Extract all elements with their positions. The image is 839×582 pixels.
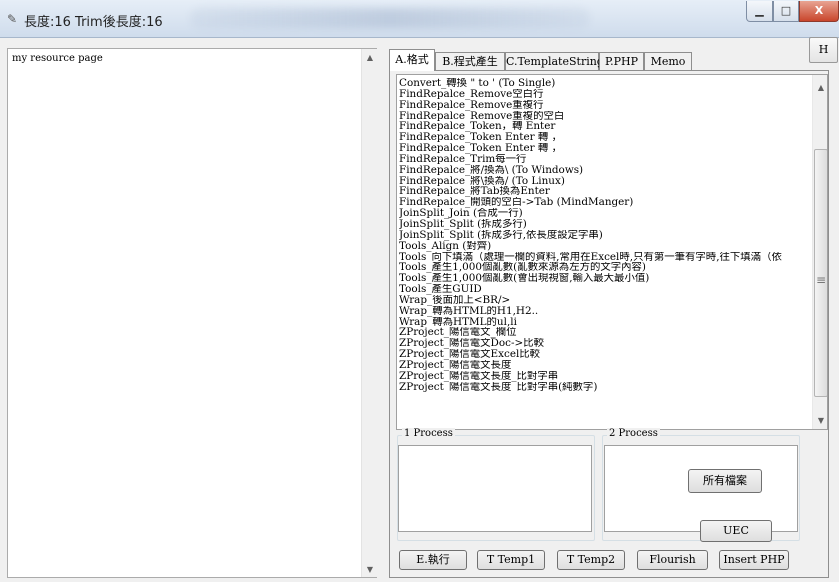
title-bar: ✎ 長度:16 Trim後長度:16 ▁ □ X [0,0,839,38]
flourish-button[interactable]: Flourish [637,550,708,570]
list-item[interactable]: ZProject_陽信電文_欄位 [399,327,811,338]
list-item[interactable]: Tools_Align (對齊) [399,241,811,252]
scroll-up-icon[interactable]: ▲ [813,83,827,92]
close-button[interactable]: X [799,1,839,22]
execute-button[interactable]: E.執行 [399,550,467,570]
list-item[interactable]: JoinSplit_Join (合成一行) [399,208,811,219]
list-item[interactable]: Wrap_轉為HTML的ul,li [399,317,811,328]
list-item[interactable]: JoinSplit_Split (拆成多行) [399,219,811,230]
list-item[interactable]: FindRepalce_Remove空白行 [399,89,811,100]
h-button[interactable]: H [809,37,838,63]
list-item[interactable]: FindRepalce_Token Enter 轉 ， [399,143,811,154]
list-item[interactable]: Tools_產生GUID [399,284,811,295]
process2-title: 2 Process [607,428,660,439]
resource-text: my resource page [12,53,103,64]
function-listbox[interactable]: Convert_轉換 " to ' (To Single) FindRepalc… [396,74,828,430]
list-item[interactable]: ZProject_陽信電文長度_比對字串 [399,371,811,382]
all-files-button[interactable]: 所有檔案 [688,469,762,493]
list-item[interactable]: ZProject_陽信電文Excel比較 [399,349,811,360]
minimize-button[interactable]: ▁ [746,1,773,22]
insert-php-button[interactable]: Insert PHP [719,550,789,570]
list-item[interactable]: ZProject_陽信電文長度 [399,360,811,371]
function-list: Convert_轉換 " to ' (To Single) FindRepalc… [399,78,811,392]
process1-title: 1 Process [402,428,455,439]
title-blur [190,8,590,28]
tab-code-generate[interactable]: B.程式產生 [435,52,505,70]
list-item[interactable]: Tools_向下填滿（處理一欄的資料,常用在Excel時,只有第一筆有字時,往下… [399,252,811,263]
list-item[interactable]: FindRepalce_Token Enter 轉 ， [399,132,811,143]
list-item[interactable]: Tools_產生1,000個亂數(亂數來源為左方的文字內容) [399,262,811,273]
list-item[interactable]: ZProject_陽信電文Doc->比較 [399,338,811,349]
list-item[interactable]: ZProject_陽信電文長度_比對字串(純數字) [399,382,811,393]
maximize-button[interactable]: □ [773,1,799,22]
list-item[interactable]: FindRepalce_將\換為/ (To Linux) [399,176,811,187]
process1-dropbox[interactable] [398,445,592,532]
list-item[interactable]: FindRepalce_將Tab換為Enter [399,186,811,197]
temp2-button[interactable]: T Temp2 [557,550,625,570]
pencil-icon: ✎ [7,12,18,26]
uec-button[interactable]: UEC [700,520,772,542]
list-item[interactable]: Wrap_後面加上<BR/> [399,295,811,306]
scroll-down-icon[interactable]: ▼ [813,416,827,425]
list-item[interactable]: FindRepalce_Remove重複行 [399,100,811,111]
list-scrollbar[interactable]: ▲ ≡ ▼ [812,75,827,429]
left-scrollbar[interactable]: ▲ ▼ [361,49,377,577]
list-item[interactable]: FindRepalce_Token，轉 Enter [399,121,811,132]
list-item[interactable]: JoinSplit_Split (拆成多行,依長度設定字串) [399,230,811,241]
list-item[interactable]: FindRepalce_將/換為\ (To Windows) [399,165,811,176]
list-item[interactable]: FindRepalce_開頭的空白->Tab (MindManger) [399,197,811,208]
temp1-button[interactable]: T Temp1 [477,550,545,570]
tab-format[interactable]: A.格式 [389,49,435,71]
list-item[interactable]: Convert_轉換 " to ' (To Single) [399,78,811,89]
tab-php[interactable]: P.PHP [599,52,644,70]
list-item[interactable]: Tools_產生1,000個亂數(會出現視窗,輸入最大最小值) [399,273,811,284]
list-item[interactable]: FindRepalce_Remove重複的空白 [399,111,811,122]
resource-textarea[interactable]: my resource page ▲ ▼ [7,48,377,578]
window-title: 長度:16 Trim後長度:16 [24,15,163,30]
list-item[interactable]: FindRepalce_Trim每一行 [399,154,811,165]
tab-template-string[interactable]: C.TemplateString [505,52,604,70]
grip-icon: ≡ [815,273,827,287]
scroll-down-icon[interactable]: ▼ [362,565,378,574]
tab-memo[interactable]: Memo [644,52,692,70]
scroll-up-icon[interactable]: ▲ [362,53,378,62]
list-item[interactable]: Wrap_轉為HTML的H1,H2.. [399,306,811,317]
